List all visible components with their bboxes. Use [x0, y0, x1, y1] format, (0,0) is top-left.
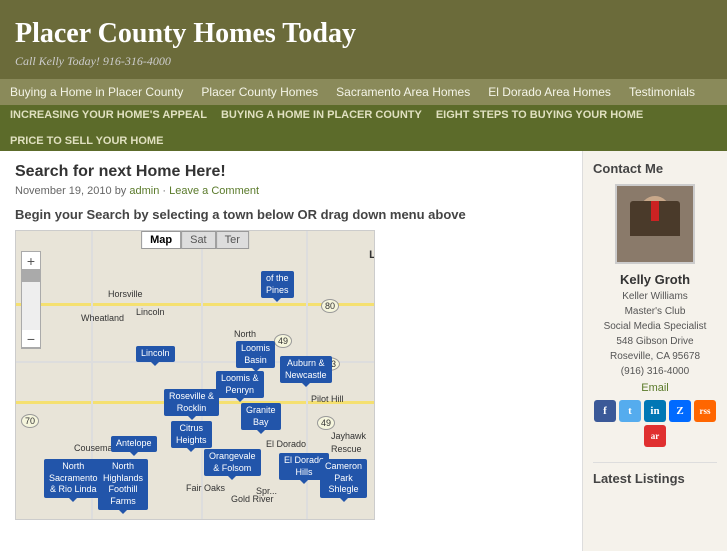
- agent-address: 548 Gibson Drive: [593, 334, 717, 349]
- agent-email-link[interactable]: Email: [641, 382, 669, 394]
- town-pilothill: Pilot Hill: [311, 394, 344, 404]
- zoom-bar: [22, 270, 40, 330]
- avatar-body: [630, 201, 680, 236]
- post-meta: November 19, 2010 by admin · Leave a Com…: [15, 185, 567, 197]
- main-content: Search for next Home Here! November 19, …: [0, 151, 582, 551]
- linkedin-icon[interactable]: in: [644, 400, 666, 422]
- subnav-appeal[interactable]: INCREASING YOUR HOME'S APPEAL: [10, 109, 207, 121]
- site-tagline: Call Kelly Today! 916-316-4000: [15, 54, 712, 69]
- post-title: Search for next Home Here!: [15, 163, 567, 181]
- twitter-icon[interactable]: t: [619, 400, 641, 422]
- town-wheatland: Wheatland: [81, 313, 124, 323]
- highway-label-70-bot: 70: [21, 414, 39, 428]
- latest-blog-posts-label: Latest Blog Posts: [369, 249, 375, 261]
- avatar-tie: [651, 201, 659, 221]
- map-container[interactable]: + − Map Sat Ter 70 70 80 49 193 49 99 Ho…: [15, 230, 375, 520]
- facebook-icon[interactable]: f: [594, 400, 616, 422]
- ar-icon[interactable]: ar: [644, 425, 666, 447]
- site-title: Placer County Homes Today: [15, 18, 712, 50]
- agent-avatar: [615, 184, 695, 264]
- agent-company: Keller Williams: [593, 289, 717, 304]
- town-spr: Spr...: [256, 486, 277, 496]
- subnav-buying[interactable]: BUYING A HOME IN PLACER COUNTY: [221, 109, 422, 121]
- sidebar: Contact Me Kelly Groth Keller Williams M…: [582, 151, 727, 551]
- map-pin-antelope[interactable]: Antelope: [111, 436, 157, 452]
- road-v2: [201, 231, 203, 519]
- town-jayhawk: Jayhawk: [331, 431, 366, 441]
- subnav-price[interactable]: PRICE TO SELL YOUR HOME: [10, 135, 163, 147]
- map-pin-auburn[interactable]: Auburn &Newcastle: [280, 356, 332, 383]
- town-fairoaks: Fair Oaks: [186, 483, 225, 493]
- agent-designation: Master's Club: [593, 304, 717, 319]
- rss-icon[interactable]: rss: [694, 400, 716, 422]
- contact-section: Contact Me Kelly Groth Keller Williams M…: [593, 161, 717, 447]
- map-tab-sat[interactable]: Sat: [181, 231, 216, 249]
- agent-name: Kelly Groth: [593, 272, 717, 287]
- map-pin-pines[interactable]: of thePines: [261, 271, 294, 298]
- agent-info: Kelly Groth Keller Williams Master's Clu…: [593, 272, 717, 394]
- town-lincoln: Lincoln: [136, 307, 165, 317]
- town-rescue: Rescue: [331, 444, 362, 454]
- map-pin-citrus[interactable]: CitrusHeights: [171, 421, 212, 448]
- map-tabs: Map Sat Ter: [141, 231, 249, 249]
- map-pin-orangevale[interactable]: Orangevale& Folsom: [204, 449, 261, 476]
- map-pin-north-highlands[interactable]: NorthHighlandsFoothillFarms: [98, 459, 148, 510]
- nav-buying[interactable]: Buying a Home in Placer County: [10, 85, 183, 99]
- zoom-in-button[interactable]: +: [22, 252, 40, 270]
- zoom-controls: + −: [21, 251, 41, 349]
- agent-phone: (916) 316-4000: [593, 364, 717, 379]
- map-pin-north-sac[interactable]: NorthSacramento& Rio Linda: [44, 459, 103, 498]
- secondary-nav: INCREASING YOUR HOME'S APPEAL BUYING A H…: [0, 105, 727, 151]
- content-wrapper: Search for next Home Here! November 19, …: [0, 151, 727, 551]
- sidebar-divider: [593, 462, 717, 463]
- town-north: North: [234, 329, 256, 339]
- listings-section: Latest Listings: [593, 471, 717, 486]
- post-author-link[interactable]: admin: [129, 185, 159, 197]
- town-eldorado: El Dorado: [266, 439, 306, 449]
- nav-placer[interactable]: Placer County Homes: [201, 85, 318, 99]
- social-icons: f t in Z rss ar: [593, 400, 717, 447]
- map-pin-lincoln[interactable]: Lincoln: [136, 346, 175, 362]
- highway-label-80: 80: [321, 299, 339, 313]
- listings-title: Latest Listings: [593, 471, 717, 486]
- contact-title: Contact Me: [593, 161, 717, 176]
- post-date: November 19, 2010: [15, 185, 112, 197]
- agent-email: Email: [593, 379, 717, 394]
- nav-eldorado[interactable]: El Dorado Area Homes: [488, 85, 611, 99]
- map-tab-ter[interactable]: Ter: [216, 231, 249, 249]
- zoom-out-button[interactable]: −: [22, 330, 40, 348]
- town-horsville: Horsville: [108, 289, 143, 299]
- map-pin-roseville[interactable]: Roseville &Rocklin: [164, 389, 219, 416]
- nav-testimonials[interactable]: Testimonials: [629, 85, 695, 99]
- map-tab-map[interactable]: Map: [141, 231, 181, 249]
- map-intro-text: Begin your Search by selecting a town be…: [15, 207, 567, 222]
- map-pin-loomis-basin[interactable]: LoomisBasin: [236, 341, 275, 368]
- map-pin-cameron-park[interactable]: CameronParkShlegle: [320, 459, 367, 498]
- highway-label-49-bot: 49: [317, 416, 335, 430]
- subnav-steps[interactable]: EIGHT STEPS TO BUYING YOUR HOME: [436, 109, 643, 121]
- avatar-container: [593, 184, 717, 264]
- zillow-icon[interactable]: Z: [669, 400, 691, 422]
- highway-label-49-top: 49: [274, 334, 292, 348]
- map-pin-loomis-penryn[interactable]: Loomis &Penryn: [216, 371, 264, 398]
- nav-sacramento[interactable]: Sacramento Area Homes: [336, 85, 470, 99]
- header: Placer County Homes Today Call Kelly Tod…: [0, 0, 727, 79]
- post-comment-link[interactable]: Leave a Comment: [169, 185, 259, 197]
- agent-specialty: Social Media Specialist: [593, 319, 717, 334]
- map-pin-granite-bay[interactable]: GraniteBay: [241, 403, 281, 430]
- agent-city: Roseville, CA 95678: [593, 349, 717, 364]
- primary-nav: Buying a Home in Placer County Placer Co…: [0, 79, 727, 105]
